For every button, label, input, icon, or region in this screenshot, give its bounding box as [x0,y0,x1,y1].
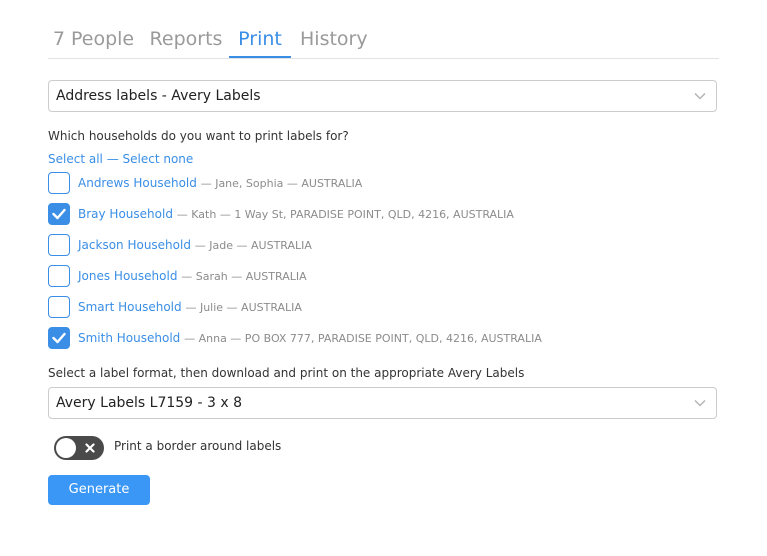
household-details: — Anna — PO BOX 777, PARADISE POINT, QLD… [184,332,542,345]
format-instructions: Select a label format, then download and… [48,366,525,380]
household-name-link[interactable]: Smart Household [78,300,182,314]
household-row: Andrews Household — Jane, Sophia — AUSTR… [48,172,738,196]
label-type-value: Address labels - Avery Labels [56,88,261,104]
border-toggle[interactable] [54,436,104,460]
household-checkbox[interactable] [48,327,70,349]
household-row: Bray Household — Kath — 1 Way St, PARADI… [48,203,738,227]
select-links-separator: — [106,152,119,166]
label-format-select[interactable]: Avery Labels L7159 - 3 x 8 [48,387,717,419]
household-text: Andrews Household — Jane, Sophia — AUSTR… [78,176,362,190]
chevron-down-icon [694,92,706,100]
label-format-value: Avery Labels L7159 - 3 x 8 [56,395,243,411]
household-details: — Jane, Sophia — AUSTRALIA [200,177,363,190]
checkmark-icon [52,332,66,344]
household-row: Jackson Household — Jade — AUSTRALIA [48,234,738,258]
tab-reports[interactable]: Reports [148,22,224,57]
household-name-link[interactable]: Jones Household [78,269,177,283]
household-text: Smith Household — Anna — PO BOX 777, PAR… [78,331,542,345]
select-none-link[interactable]: Select none [123,152,194,166]
household-checkbox[interactable] [48,296,70,318]
tab-bar: 7 People Reports Print History [48,22,719,59]
tab-people[interactable]: 7 People [52,22,135,57]
household-details: — Jade — AUSTRALIA [194,239,312,252]
household-details: — Julie — AUSTRALIA [185,301,302,314]
household-name-link[interactable]: Smith Household [78,331,180,345]
label-type-select[interactable]: Address labels - Avery Labels [48,80,717,112]
select-all-link[interactable]: Select all [48,152,103,166]
household-details: — Kath — 1 Way St, PARADISE POINT, QLD, … [176,208,514,221]
checkmark-icon [52,208,66,220]
select-links: Select all — Select none [48,152,193,166]
household-checkbox[interactable] [48,203,70,225]
household-checkbox[interactable] [48,172,70,194]
toggle-knob [56,438,76,458]
household-checkbox[interactable] [48,234,70,256]
generate-button[interactable]: Generate [48,475,150,505]
household-name-link[interactable]: Andrews Household [78,176,197,190]
household-text: Jackson Household — Jade — AUSTRALIA [78,238,312,252]
household-name-link[interactable]: Jackson Household [78,238,191,252]
x-icon [85,443,95,453]
household-row: Smith Household — Anna — PO BOX 777, PAR… [48,327,738,351]
household-text: Bray Household — Kath — 1 Way St, PARADI… [78,207,514,221]
household-checkbox[interactable] [48,265,70,287]
chevron-down-icon [694,399,706,407]
households-question: Which households do you want to print la… [48,129,349,143]
household-row: Smart Household — Julie — AUSTRALIA [48,296,738,320]
tab-print[interactable]: Print [229,22,291,58]
household-details: — Sarah — AUSTRALIA [181,270,307,283]
household-text: Smart Household — Julie — AUSTRALIA [78,300,302,314]
tab-history[interactable]: History [300,22,368,57]
household-row: Jones Household — Sarah — AUSTRALIA [48,265,738,289]
household-name-link[interactable]: Bray Household [78,207,173,221]
border-toggle-label: Print a border around labels [114,439,282,453]
household-text: Jones Household — Sarah — AUSTRALIA [78,269,307,283]
